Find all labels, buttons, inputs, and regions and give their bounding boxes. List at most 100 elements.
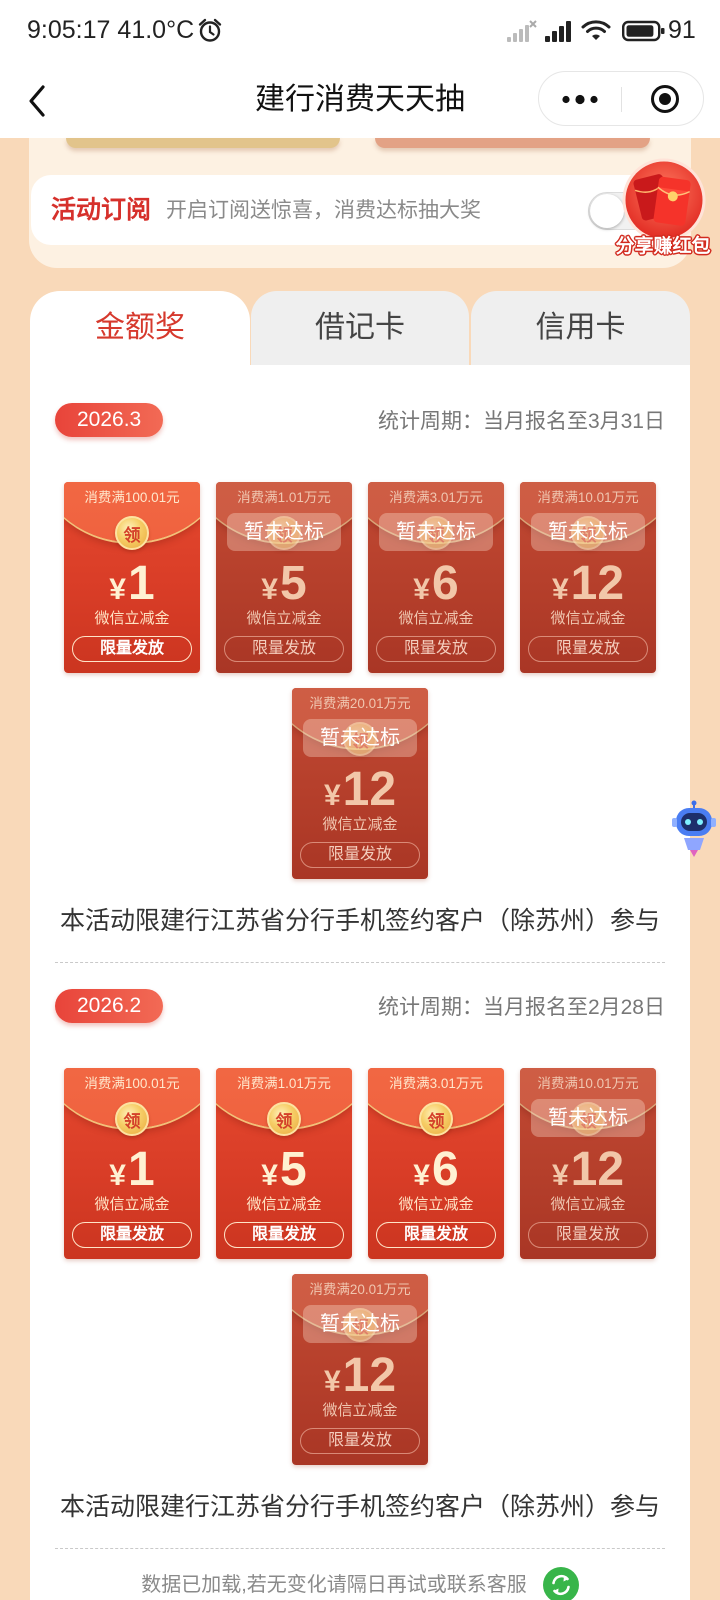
amount-value: 12 [570,557,625,610]
reward-amount: ¥1 [64,558,200,610]
reward-type: 微信立减金 [322,816,398,833]
limited-issue-button[interactable]: 限量发放 [300,1428,420,1454]
limited-issue-button[interactable]: 限量发放 [72,636,192,662]
reward-amount: ¥1 [64,1144,200,1196]
limited-issue-button[interactable]: 限量发放 [300,842,420,868]
signal-icon [545,21,571,42]
reward-type: 微信立减金 [94,610,170,627]
reward-card[interactable]: 消费满1.01万元领 ¥5 微信立减金 限量发放 [216,1068,352,1259]
reward-type: 微信立减金 [94,1196,170,1213]
limited-issue-button[interactable]: 限量发放 [528,636,648,662]
share-red-packet-button[interactable]: 分享赚红包 [606,156,720,264]
reward-amount: ¥12 [292,1350,428,1402]
miniprogram-capsule [538,71,704,126]
not-reached-badge: 暂未达标 [531,1099,645,1137]
robot-icon[interactable] [672,800,716,858]
limited-issue-button[interactable]: 限量发放 [528,1222,648,1248]
coin-label: 领 [275,1111,293,1131]
status-time-temp: 9:05:17 41.0°C [27,15,194,45]
currency-symbol: ¥ [109,573,126,606]
action-button-left[interactable] [66,138,340,148]
target-icon[interactable] [650,84,680,114]
reward-type: 微信立减金 [322,1402,398,1419]
footer: 数据已加载,若无变化请隔日再试或联系客服 [30,1567,690,1600]
reward-grid: 消费满100.01元领 ¥1 微信立减金 限量发放 消费满1.01万元领 ¥5 微信立减金限… [64,482,656,879]
action-button-right[interactable] [375,138,650,148]
reward-threshold: 消费满20.01万元 [309,696,411,711]
section-header: 2026.2 统计周期：当月报名至2月28日 [30,989,690,1023]
wifi-icon [581,20,611,40]
reward-card[interactable]: 消费满3.01万元领 ¥6 微信立减金 限量发放 暂未达标 [368,482,504,673]
currency-symbol: ¥ [261,573,278,606]
more-dots-icon[interactable] [561,94,599,105]
currency-symbol: ¥ [413,573,430,606]
coin-icon: 领 [115,1102,149,1136]
amount-value: 1 [127,557,155,610]
not-reached-badge: 暂未达标 [379,513,493,551]
reward-card[interactable]: 消费满10.01万元领 ¥12 微信立减金 限量发放 暂未达标 [520,1068,656,1259]
subscribe-card: 活动订阅 开启订阅送惊喜，消费达标抽大奖 [31,175,686,245]
reward-card[interactable]: 消费满10.01万元领 ¥12 微信立减金 限量发放 暂未达标 [520,482,656,673]
tab-debit-card[interactable]: 借记卡 [251,291,469,365]
period-badge: 2026.2 [55,989,164,1023]
limited-issue-button[interactable]: 限量发放 [72,1222,192,1248]
reward-card[interactable]: 消费满20.01万元领 ¥12 微信立减金 限量发放 暂未达标 [292,1274,428,1465]
stat-period: 统计周期：当月报名至2月28日 [377,996,665,1019]
amount-value: 12 [342,763,397,816]
chevron-left-icon[interactable] [26,84,50,118]
limited-issue-button[interactable]: 限量发放 [224,1222,344,1248]
reward-card[interactable]: 消费满100.01元领 ¥1 微信立减金限量发放 [64,1068,200,1259]
reward-amount: ¥12 [520,558,656,610]
section-header: 2026.3 统计周期：当月报名至3月31日 [30,403,690,437]
reward-type: 微信立减金 [398,1196,474,1213]
limited-issue-button[interactable]: 限量发放 [224,636,344,662]
no-signal-icon [507,20,537,42]
stat-period: 统计周期：当月报名至3月31日 [377,410,665,433]
reward-amount: ¥6 [368,1144,504,1196]
nav-bar: 建行消费天天抽 [0,62,720,138]
not-reached-badge: 暂未达标 [303,719,417,757]
coin-label: 领 [123,525,141,545]
reward-threshold: 消费满100.01元 [84,490,180,505]
amount-value: 12 [342,1349,397,1402]
reward-card[interactable]: 消费满1.01万元领 ¥5 微信立减金 限量发放 暂未达标 [216,482,352,673]
tab-credit-card[interactable]: 信用卡 [471,291,690,365]
reward-threshold: 消费满3.01万元 [389,490,483,505]
reward-card[interactable]: 消费满20.01万元领 ¥12 微信立减金 限量发放 暂未达标 [292,688,428,879]
subscribe-label: 活动订阅 [51,196,152,224]
reward-type: 微信立减金 [398,610,474,627]
reward-threshold: 消费满3.01万元 [389,1076,483,1091]
amount-value: 5 [279,1143,307,1196]
currency-symbol: ¥ [109,1159,126,1192]
reward-amount: ¥12 [520,1144,656,1196]
period-badge: 2026.3 [55,403,164,437]
reward-threshold: 消费满100.01元 [84,1076,180,1091]
reward-threshold: 消费满10.01万元 [537,490,639,505]
coin-icon: 领 [419,1102,453,1136]
refresh-icon[interactable] [542,1567,579,1600]
reward-card[interactable]: 消费满100.01元领 ¥1 微信立减金限量发放 [64,482,200,673]
limited-issue-button[interactable]: 限量发放 [376,636,496,662]
tab-amount-prize[interactable]: 金额奖 [30,291,250,365]
alarm-clock-icon [198,18,222,42]
currency-symbol: ¥ [323,779,341,812]
currency-symbol: ¥ [551,1159,569,1192]
eligibility-note: 本活动限建行江苏省分行手机签约客户（除苏州）参与 [59,907,660,935]
reward-amount: ¥5 [216,1144,352,1196]
amount-value: 1 [127,1143,155,1196]
reward-threshold: 消费满20.01万元 [309,1282,411,1297]
currency-symbol: ¥ [323,1365,341,1398]
status-time: 9:05:17 [27,16,111,44]
red-packet-icon [622,158,706,242]
reward-card[interactable]: 消费满3.01万元领 ¥6 微信立减金限量发放 [368,1068,504,1259]
reward-amount: ¥12 [292,764,428,816]
status-bar: 9:05:17 41.0°C 91 [0,0,720,62]
status-temperature: 41.0°C [117,16,195,44]
subscribe-description: 开启订阅送惊喜，消费达标抽大奖 [166,199,481,222]
battery-level: 91 [668,16,696,44]
coin-label: 领 [123,1111,141,1131]
not-reached-badge: 暂未达标 [227,513,341,551]
limited-issue-button[interactable]: 限量发放 [376,1222,496,1248]
battery-icon [622,20,665,42]
reward-amount: ¥6 [368,558,504,610]
